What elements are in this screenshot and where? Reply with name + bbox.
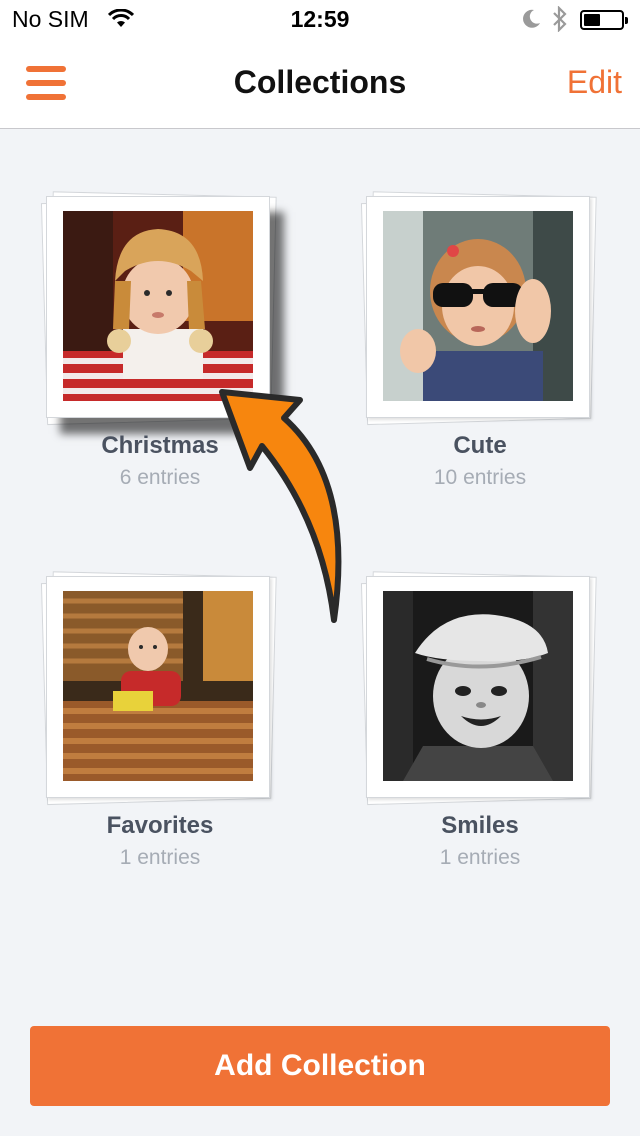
collection-tile-favorites[interactable]: Favorites 1 entries — [30, 568, 290, 888]
clock-label: 12:59 — [290, 6, 350, 32]
collection-name: Smiles — [441, 812, 519, 839]
collection-thumbnail — [383, 591, 573, 781]
status-bar: No SIM 12:59 — [0, 0, 640, 40]
photo-stack — [360, 191, 597, 426]
collection-name: Cute — [453, 432, 507, 459]
moon-icon — [523, 9, 540, 28]
collection-thumbnail — [63, 211, 253, 401]
collection-entry-count: 1 entries — [119, 846, 201, 869]
photo-stack — [40, 191, 277, 426]
collection-name: Favorites — [106, 812, 214, 839]
edit-button[interactable]: Edit — [567, 64, 622, 101]
photo-stack — [40, 571, 277, 806]
navigation-bar: Collections Edit — [0, 40, 640, 129]
collection-tile-smiles[interactable]: Smiles 1 entries — [350, 568, 610, 888]
photo-stack — [360, 571, 597, 806]
collection-tile-cute[interactable]: Cute 10 entries — [350, 188, 610, 508]
collection-entry-count: 1 entries — [439, 846, 521, 869]
collection-thumbnail — [63, 591, 253, 781]
collection-tile-christmas[interactable]: Christmas 6 entries — [30, 188, 290, 508]
page-title: Collections — [233, 64, 407, 100]
battery-icon — [580, 10, 628, 30]
bluetooth-icon — [553, 6, 567, 32]
collection-entry-count: 6 entries — [119, 466, 201, 489]
add-collection-button[interactable]: Add Collection — [30, 1026, 610, 1106]
collection-entry-count: 10 entries — [433, 466, 527, 489]
collection-name: Christmas — [101, 432, 219, 459]
collection-thumbnail — [383, 211, 573, 401]
